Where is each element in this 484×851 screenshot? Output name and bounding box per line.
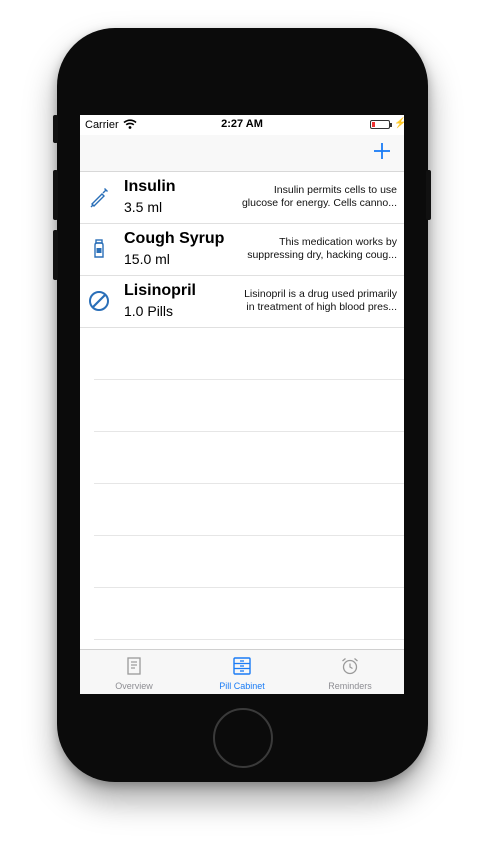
medication-description: This medication works by suppressing dry… (222, 236, 397, 262)
alarm-clock-icon (342, 658, 358, 675)
app-screen: Carrier 2:27 AM ⚡ Insulin 3.5 ml Insulin… (80, 115, 404, 694)
description-line-1: Insulin permits cells to use (273, 184, 397, 196)
medication-name: Lisinopril (124, 282, 196, 299)
battery-tip (390, 123, 392, 127)
empty-row (94, 328, 404, 380)
power-button (426, 170, 431, 220)
empty-row (94, 380, 404, 432)
description-line-1: This medication works by (279, 236, 397, 248)
plus-icon (374, 143, 390, 159)
syringe-icon (90, 188, 108, 208)
status-bar: Carrier 2:27 AM ⚡ (80, 115, 404, 135)
volume-up-button (53, 170, 58, 220)
medication-dose: 15.0 ml (124, 251, 170, 267)
description-line-1: Lisinopril is a drug used primarily (244, 288, 397, 300)
empty-row (94, 536, 404, 588)
charging-bolt-icon: ⚡ (394, 118, 404, 129)
add-medication-button[interactable] (370, 139, 394, 163)
medication-list: Insulin 3.5 ml Insulin permits cells to … (80, 172, 404, 640)
tab-label: Overview (115, 681, 153, 691)
tab-pill-cabinet[interactable]: Pill Cabinet (188, 650, 296, 694)
description-line-2: suppressing dry, hacking coug... (247, 249, 397, 261)
clock: 2:27 AM (221, 118, 263, 130)
medication-dose: 3.5 ml (124, 199, 163, 215)
cabinet-icon (233, 657, 251, 675)
medication-name: Insulin (124, 178, 176, 195)
medication-description: Insulin permits cells to use glucose for… (222, 184, 397, 210)
tab-label: Reminders (328, 681, 372, 691)
tab-overview[interactable]: Overview (80, 650, 188, 694)
empty-row (94, 484, 404, 536)
description-line-2: in treatment of high blood pres... (246, 301, 397, 313)
medication-row-insulin[interactable]: Insulin 3.5 ml Insulin permits cells to … (80, 172, 404, 224)
empty-row (94, 432, 404, 484)
mute-switch (53, 115, 58, 143)
document-icon (127, 657, 141, 675)
description-line-2: glucose for energy. Cells canno... (241, 197, 397, 209)
medication-name: Cough Syrup (124, 230, 225, 247)
tab-bar: Overview Pill Cabinet Reminders (80, 649, 404, 694)
medication-row-lisinopril[interactable]: Lisinopril 1.0 Pills Lisinopril is a dru… (80, 276, 404, 328)
pill-icon (89, 291, 109, 311)
volume-down-button (53, 230, 58, 280)
medication-description: Lisinopril is a drug used primarily in t… (222, 288, 397, 314)
tab-label: Pill Cabinet (219, 681, 265, 691)
empty-row (94, 588, 404, 640)
navigation-bar (80, 135, 404, 172)
medication-row-cough-syrup[interactable]: Cough Syrup 15.0 ml This medication work… (80, 224, 404, 276)
bottle-icon (94, 239, 104, 258)
medication-dose: 1.0 Pills (124, 303, 174, 319)
tab-reminders[interactable]: Reminders (296, 650, 404, 694)
battery-icon (370, 120, 390, 129)
home-button[interactable] (213, 708, 273, 768)
